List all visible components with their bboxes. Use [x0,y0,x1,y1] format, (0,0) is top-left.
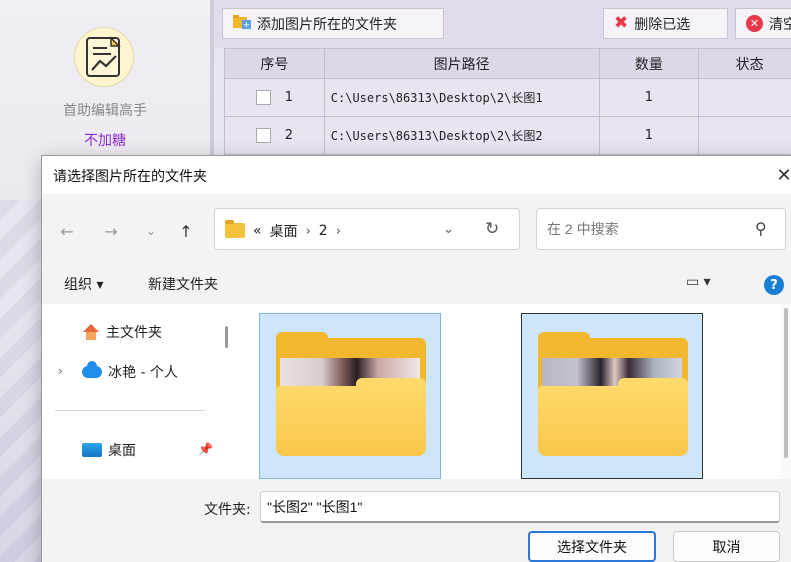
folder-tile-long-image-1[interactable] [521,313,703,479]
row-status [698,116,791,155]
chevron-down-icon[interactable]: ⌄ [443,222,454,237]
breadcrumb-item-2[interactable]: 2 [319,223,328,239]
nav-item-label: 主文件夹 [106,325,162,341]
new-folder-button[interactable]: 新建文件夹 [148,274,218,294]
app-name: 首助编辑高手 [63,103,147,119]
desktop-icon [82,443,102,457]
delete-selected-button[interactable]: ✖ 删除已选 [603,8,728,39]
file-list-scrollbar[interactable] [780,304,791,479]
search-input[interactable] [547,219,737,239]
folder-tile-long-image-2[interactable] [259,313,441,479]
add-folder-icon: + [233,14,251,34]
pin-icon[interactable]: 📌 [198,442,213,456]
folder-thumbnail-icon [276,332,426,456]
row-count: 1 [598,78,700,117]
forward-arrow-icon[interactable]: → [98,218,124,244]
image-path-table: 序号 图片路径 数量 状态 1 C:\Users\86313\Desktop\2… [224,48,791,155]
dialog-footer: 文件夹: 选择文件夹 取消 [42,479,791,562]
row-index: 2 [284,128,294,143]
row-count: 1 [598,116,700,155]
chevron-right-icon[interactable]: › [306,224,311,239]
back-arrow-icon[interactable]: ← [54,218,80,244]
row-index-cell: 1 [224,78,325,117]
column-header-status[interactable]: 状态 [698,48,791,79]
filename-field[interactable] [260,491,780,523]
add-folder-label: 添加图片所在的文件夹 [257,16,397,33]
clear-icon: ✕ [746,15,763,32]
cancel-button[interactable]: 取消 [673,531,780,562]
nav-item-label: 冰艳 - 个人 [108,365,178,381]
file-list [237,304,791,479]
row-path: C:\Users\86313\Desktop\2\长图2 [323,116,600,155]
row-path: C:\Users\86313\Desktop\2\长图1 [323,78,600,117]
address-bar[interactable]: « 桌面 › 2 › ⌄ ↻ [214,208,520,250]
delete-icon: ✖ [614,13,629,33]
dialog-titlebar: 请选择图片所在的文件夹 ✕ [42,156,791,194]
delete-selected-label: 删除已选 [634,16,691,33]
navigation-pane: 主文件夹 › 冰艳 - 个人 桌面 📌 [42,304,237,479]
search-box: ⚲ [536,208,786,250]
folder-thumbnail-icon [538,332,688,456]
add-folder-button[interactable]: + 添加图片所在的文件夹 [222,8,444,39]
breadcrumb-overflow[interactable]: « [253,223,262,239]
app-user-link[interactable]: 不加糖 [0,130,210,150]
svg-text:+: + [243,20,251,30]
chevron-right-icon[interactable]: › [58,364,63,378]
up-arrow-icon[interactable]: ↑ [173,218,199,244]
search-icon[interactable]: ⚲ [755,219,767,238]
select-folder-button[interactable]: 选择文件夹 [528,531,656,562]
home-icon [82,324,100,340]
table-row[interactable]: 2 C:\Users\86313\Desktop\2\长图2 1 [224,116,791,155]
filename-label: 文件夹: [204,502,251,518]
nav-item-cloud[interactable]: 冰艳 - 个人 [82,361,178,382]
view-options-icon[interactable]: ▭ ▾ [686,274,711,290]
row-checkbox[interactable] [255,90,271,105]
select-folder-dialog: 请选择图片所在的文件夹 ✕ ← → ⌄ ↑ « 桌面 › 2 › ⌄ ↻ ⚲ 组… [41,155,791,562]
navigation-bar: ← → ⌄ ↑ « 桌面 › 2 › ⌄ ↻ ⚲ [42,194,791,266]
chevron-right-icon[interactable]: › [336,224,341,239]
row-status [698,78,791,117]
refresh-icon[interactable]: ↻ [485,219,499,239]
nav-item-desktop[interactable]: 桌面 [82,440,136,460]
column-header-index[interactable]: 序号 [224,48,325,79]
table-row[interactable]: 1 C:\Users\86313\Desktop\2\长图1 1 [224,78,791,117]
toolbar: + 添加图片所在的文件夹 ✖ 删除已选 ✕ 清空 [214,0,791,48]
organize-menu[interactable]: 组织 ▾ [64,274,103,294]
clear-label: 清空 [769,16,791,33]
dialog-title: 请选择图片所在的文件夹 [53,169,207,185]
nav-item-label: 桌面 [108,443,136,459]
breadcrumb-item-desktop[interactable]: 桌面 [270,221,298,241]
column-header-path[interactable]: 图片路径 [323,48,600,79]
breadcrumb: « 桌面 › 2 › [253,221,341,241]
row-index-cell: 2 [224,116,325,155]
command-bar: 组织 ▾ 新建文件夹 ▭ ▾ ? [42,266,791,304]
clear-button[interactable]: ✕ 清空 [735,8,791,39]
row-checkbox[interactable] [255,128,271,143]
cloud-icon [82,361,102,378]
app-logo-icon [74,27,134,87]
table-header-row: 序号 图片路径 数量 状态 [224,48,791,79]
close-icon[interactable]: ✕ [769,161,791,189]
column-header-count[interactable]: 数量 [598,48,700,79]
nav-divider [55,410,205,411]
recent-dropdown-icon[interactable]: ⌄ [138,218,164,244]
row-index: 1 [284,90,294,105]
nav-item-home[interactable]: 主文件夹 [82,322,162,342]
help-icon[interactable]: ? [764,275,784,295]
nav-pane-scrollbar[interactable] [225,326,228,348]
folder-icon [225,220,245,238]
